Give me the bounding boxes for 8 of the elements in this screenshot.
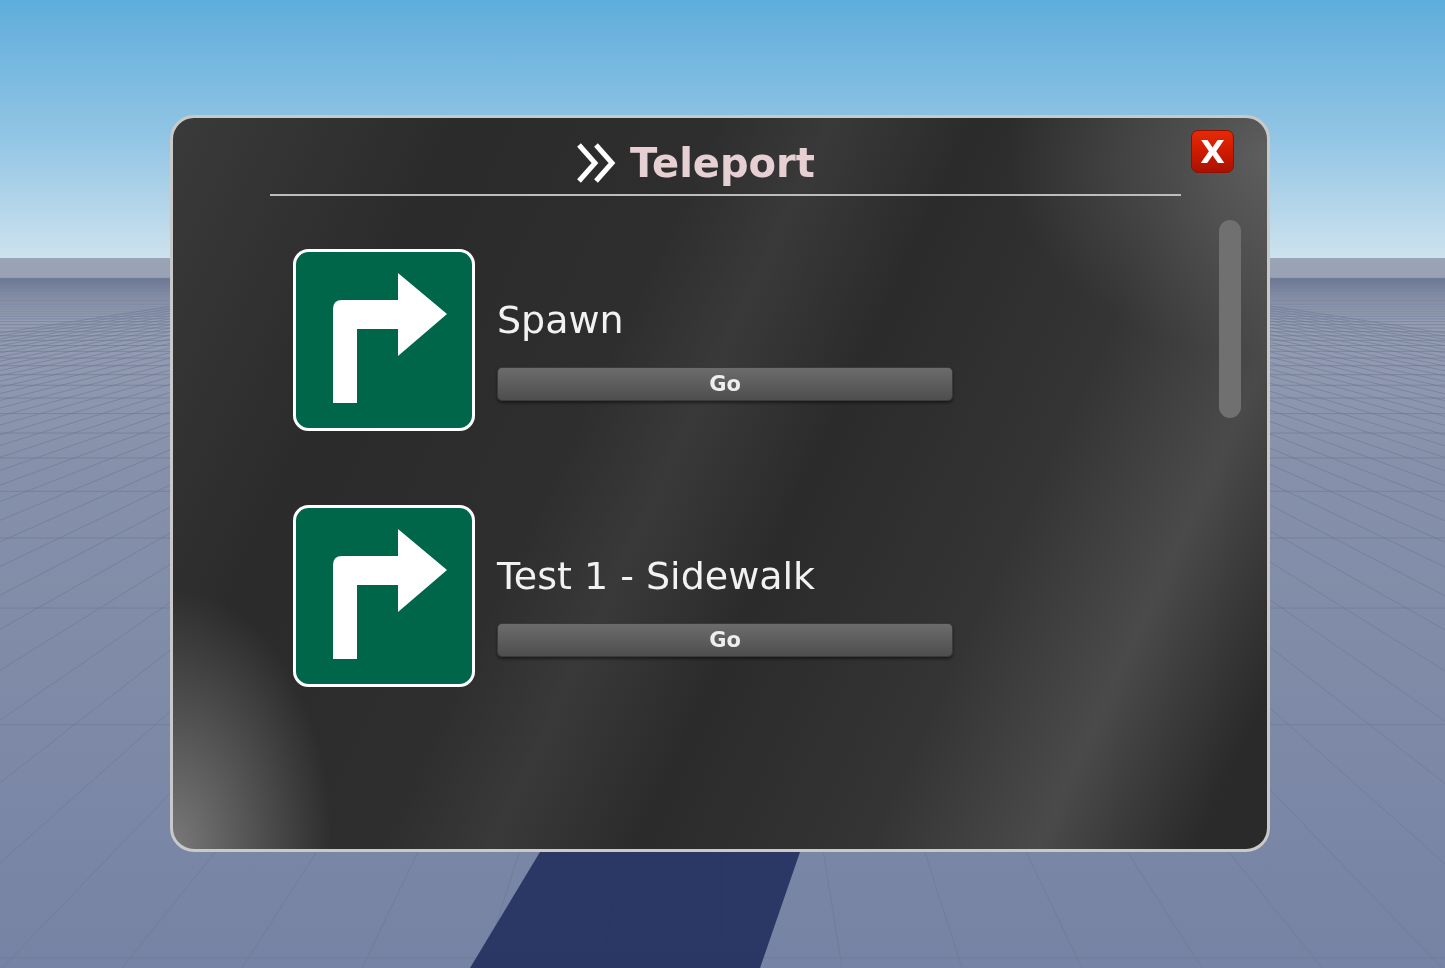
window-title: Teleport <box>630 141 815 185</box>
location-name: Spawn <box>497 297 624 343</box>
close-button[interactable]: X <box>1191 130 1234 173</box>
turn-right-arrow-sign-icon <box>293 249 475 431</box>
scrollbar-thumb[interactable] <box>1219 220 1241 418</box>
double-chevron-icon <box>576 142 617 184</box>
location-name: Test 1 - Sidewalk <box>497 553 816 599</box>
turn-right-arrow-sign-icon <box>293 505 475 687</box>
